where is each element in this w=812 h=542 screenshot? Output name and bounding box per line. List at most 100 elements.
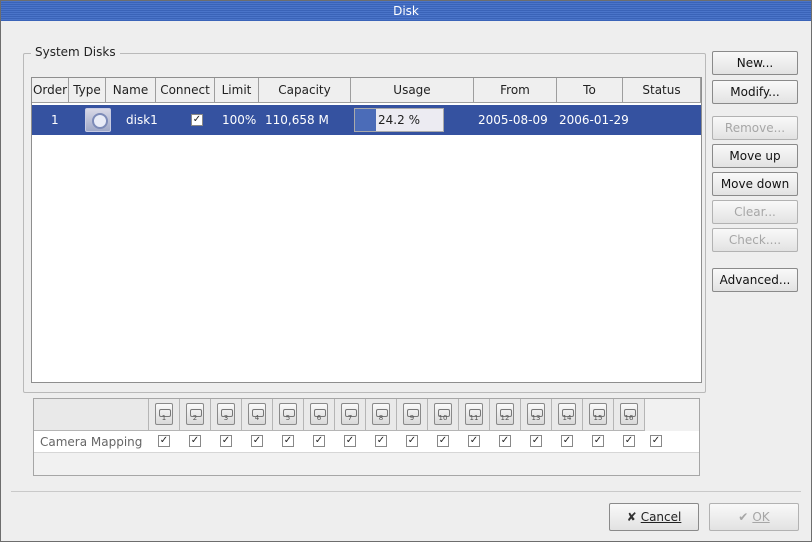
camera-icon: 1: [155, 403, 173, 425]
camera-16-checkbox[interactable]: ✓: [623, 435, 635, 447]
camera-number: 6: [316, 414, 322, 422]
header-limit[interactable]: Limit: [215, 78, 259, 103]
usage-fill: [355, 109, 377, 131]
camera-number: 12: [500, 414, 510, 422]
camera-13-checkbox[interactable]: ✓: [530, 435, 542, 447]
camera-number: 8: [378, 414, 384, 422]
header-connect[interactable]: Connect: [156, 78, 215, 103]
header-type[interactable]: Type: [69, 78, 106, 103]
footer-separator: [11, 491, 801, 492]
camera-number: 7: [347, 414, 353, 422]
camera-mapping-panel: 1 2 3 4 5 6 7 8 9 10 11 12 13 14 15 16 Camera Mapping ✓…: [33, 398, 700, 476]
camera-14-checkbox[interactable]: ✓: [561, 435, 573, 447]
camera-6-checkbox[interactable]: ✓: [313, 435, 325, 447]
camera-icon: 10: [434, 403, 452, 425]
row-limit: 100%: [222, 113, 257, 127]
new-button[interactable]: New...: [712, 51, 798, 75]
camera-icon: 12: [496, 403, 514, 425]
connect-checkbox[interactable]: ✓: [191, 114, 203, 126]
camera-icon: 16: [620, 403, 638, 425]
camera-1-checkbox[interactable]: ✓: [158, 435, 170, 447]
camera-10-checkbox[interactable]: ✓: [437, 435, 449, 447]
camera-number: 1: [161, 414, 167, 422]
camera-number: 14: [562, 414, 572, 422]
cancel-x-icon: ✘: [626, 510, 637, 524]
header-order[interactable]: Order: [32, 78, 69, 103]
camera-number: 2: [192, 414, 198, 422]
usage-progress-bar: 24.2 %: [354, 108, 444, 132]
camera-header-4: 4: [242, 399, 273, 431]
camera-number: 15: [593, 414, 603, 422]
header-capacity[interactable]: Capacity: [259, 78, 351, 103]
clear-button[interactable]: Clear...: [712, 200, 798, 224]
camera-header-5: 5: [273, 399, 304, 431]
check-button[interactable]: Check....: [712, 228, 798, 252]
camera-number: 16: [624, 414, 634, 422]
camera-icon: 14: [558, 403, 576, 425]
camera-9-checkbox[interactable]: ✓: [406, 435, 418, 447]
camera-5-checkbox[interactable]: ✓: [282, 435, 294, 447]
camera-12-checkbox[interactable]: ✓: [499, 435, 511, 447]
camera-4-checkbox[interactable]: ✓: [251, 435, 263, 447]
modify-button[interactable]: Modify...: [712, 80, 798, 104]
row-order: 1: [51, 113, 59, 127]
camera-icon: 5: [279, 403, 297, 425]
camera-number: 9: [409, 414, 415, 422]
camera-header-3: 3: [211, 399, 242, 431]
header-status[interactable]: Status: [623, 78, 701, 103]
disk-row[interactable]: 1 disk1 ✓ 100% 110,658 M 24.2 % 2005-08-…: [32, 105, 701, 135]
camera-mapping-row: Camera Mapping ✓ ✓ ✓ ✓ ✓ ✓ ✓ ✓ ✓ ✓ ✓ ✓ ✓ ✓ ✓ ✓ ✓: [34, 431, 699, 453]
camera-icon: 15: [589, 403, 607, 425]
ok-button[interactable]: ✔ OK: [709, 503, 799, 531]
camera-header-7: 7: [335, 399, 366, 431]
move-up-button[interactable]: Move up: [712, 144, 798, 168]
cancel-button[interactable]: ✘ Cancel: [609, 503, 699, 531]
disk-dialog: Disk System Disks Order Type Name Connec…: [0, 0, 812, 542]
camera-8-checkbox[interactable]: ✓: [375, 435, 387, 447]
camera-header-spacer: [34, 399, 149, 431]
camera-7-checkbox[interactable]: ✓: [344, 435, 356, 447]
camera-header-9: 9: [397, 399, 428, 431]
camera-icon: 11: [465, 403, 483, 425]
camera-icon: 2: [186, 403, 204, 425]
camera-mapping-label: Camera Mapping: [40, 435, 143, 449]
camera-icon: 9: [403, 403, 421, 425]
camera-header-16: 16: [614, 399, 645, 431]
camera-15-checkbox[interactable]: ✓: [592, 435, 604, 447]
camera-header-6: 6: [304, 399, 335, 431]
camera-header-1: 1: [149, 399, 180, 431]
camera-number: 3: [223, 414, 229, 422]
camera-header-2: 2: [180, 399, 211, 431]
camera-icon: 13: [527, 403, 545, 425]
move-down-button[interactable]: Move down: [712, 172, 798, 196]
hard-disk-icon: [85, 108, 111, 132]
header-to[interactable]: To: [557, 78, 623, 103]
usage-text: 24.2 %: [378, 113, 420, 127]
cancel-label: Cancel: [640, 510, 682, 524]
window-title: Disk: [1, 1, 811, 21]
ok-check-icon: ✔: [738, 510, 749, 524]
camera-header-8: 8: [366, 399, 397, 431]
row-to: 2006-01-29: [559, 113, 629, 127]
camera-3-checkbox[interactable]: ✓: [220, 435, 232, 447]
camera-icon: 6: [310, 403, 328, 425]
camera-11-checkbox[interactable]: ✓: [468, 435, 480, 447]
camera-2-checkbox[interactable]: ✓: [189, 435, 201, 447]
header-usage[interactable]: Usage: [351, 78, 474, 103]
remove-button[interactable]: Remove...: [712, 116, 798, 140]
camera-extra-checkbox[interactable]: ✓: [650, 435, 662, 447]
camera-header-15: 15: [583, 399, 614, 431]
header-name[interactable]: Name: [106, 78, 156, 103]
advanced-button[interactable]: Advanced...: [712, 268, 798, 292]
camera-icon: 3: [217, 403, 235, 425]
camera-header-14: 14: [552, 399, 583, 431]
disk-table: Order Type Name Connect Limit Capacity U…: [31, 77, 702, 383]
ok-label: OK: [752, 510, 770, 524]
row-from: 2005-08-09: [478, 113, 548, 127]
camera-icon: 7: [341, 403, 359, 425]
header-from[interactable]: From: [474, 78, 557, 103]
camera-number: 13: [531, 414, 541, 422]
camera-header-13: 13: [521, 399, 552, 431]
camera-header-10: 10: [428, 399, 459, 431]
camera-header-12: 12: [490, 399, 521, 431]
